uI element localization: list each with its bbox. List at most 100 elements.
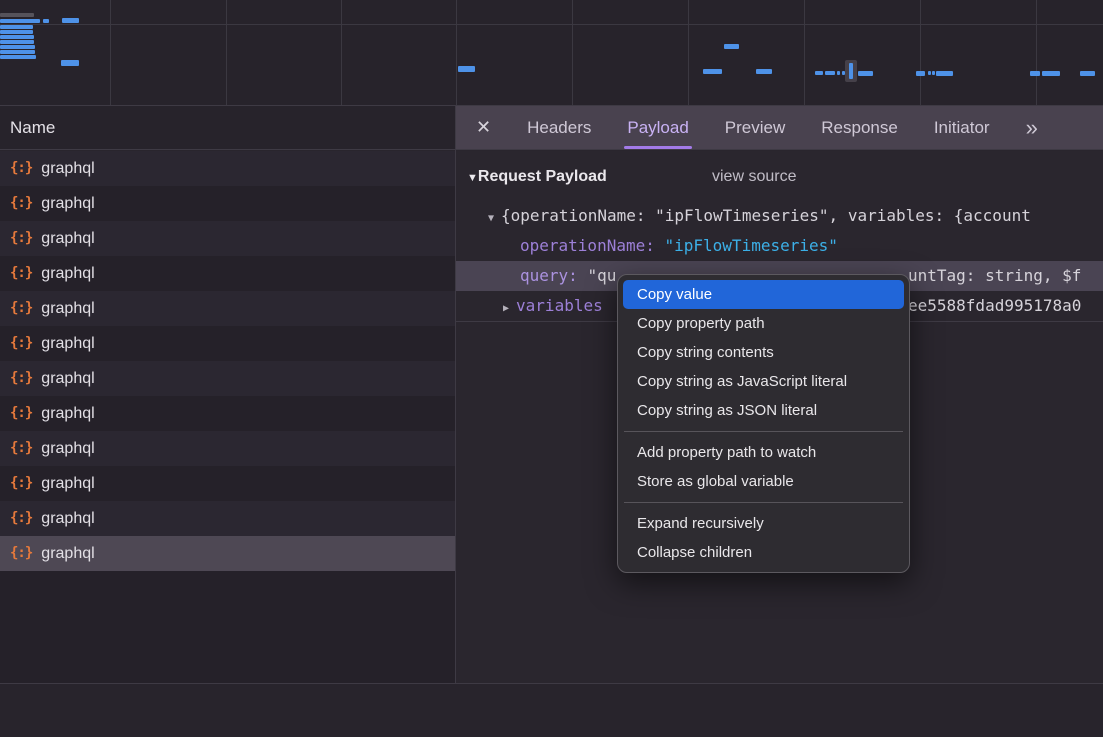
waterfall-bar [724,44,739,49]
menu-item-add-property-path-to-watch[interactable]: Add property path to watch [618,438,909,467]
waterfall-bar [0,40,34,44]
request-row[interactable]: {:} graphql [0,151,455,186]
fetch-json-icon: {:} [10,466,32,501]
waterfall-bar [928,71,931,75]
waterfall-bar [703,69,722,74]
waterfall-bar [0,55,36,59]
request-row[interactable]: {:}graphql [0,431,455,466]
request-name: graphql [41,431,94,466]
menu-item-expand-recursively[interactable]: Expand recursively [618,509,909,538]
request-row[interactable]: {:} graphql [0,501,455,536]
request-row[interactable]: {:}graphql [0,256,455,291]
payload-root-row[interactable]: ▼ {operationName: "ipFlowTimeseries", var… [488,201,1031,231]
menu-separator [624,431,903,432]
tab-initiator[interactable]: Initiator [934,106,990,150]
waterfall-bar [849,63,853,79]
request-name: graphql [41,186,94,221]
request-row[interactable]: {:}graphql [0,291,455,326]
request-row[interactable]: {:}graphql [0,186,455,221]
timeline-gridline [920,0,921,105]
waterfall-bar [936,71,953,76]
request-name: graphql [41,221,94,256]
tab-payload[interactable]: Payload [627,106,688,150]
section-title: Request Payload [478,168,607,185]
timeline-gridline [226,0,227,105]
waterfall-bar [61,60,79,66]
devtools-screenshot: Name {:} graphql {:} graphql {:} graphql {:} gr… [0,0,1110,740]
request-payload-section-header[interactable]: ▼Request Payload [467,163,607,191]
waterfall-bar [458,66,475,72]
waterfall-bar [0,25,33,29]
fetch-json-icon: {:} [10,326,32,361]
request-row[interactable]: {:}graphql [0,536,455,571]
fetch-json-icon: {:} [10,151,32,186]
fetch-json-icon: {:} [10,536,32,571]
menu-item-copy-string-as-json-literal[interactable]: Copy string as JSON literal [618,396,909,425]
menu-item-copy-string-as-javascript-literal[interactable]: Copy string as JavaScript literal [618,367,909,396]
waterfall-bar [0,35,34,39]
request-row[interactable]: {:} graphql [0,396,455,431]
view-source-link[interactable]: view source [712,163,796,191]
waterfall-bar [0,45,35,49]
request-row[interactable]: {:} graphql [0,326,455,361]
tab-preview[interactable]: Preview [725,106,785,150]
context-menu: Copy valueCopy property pathCopy string … [617,274,910,573]
menu-item-copy-property-path[interactable]: Copy property path [618,309,909,338]
fetch-json-icon: {:} [10,221,32,256]
waterfall-bar [1042,71,1060,76]
request-name: graphql [41,361,94,396]
menu-item-copy-string-contents[interactable]: Copy string contents [618,338,909,367]
payload-variables-row[interactable]: ▶variables [503,291,603,321]
menu-item-copy-value[interactable]: Copy value [623,280,904,309]
waterfall-bar [43,19,49,23]
payload-query-row[interactable]: query: "qu [520,261,616,291]
request-row[interactable]: {:} graphql [0,221,455,256]
fetch-json-icon: {:} [10,501,32,536]
status-footer [0,684,1103,737]
tab-response[interactable]: Response [821,106,898,150]
waterfall-bar [932,71,935,75]
section-expand-triangle-icon[interactable]: ▼ [467,172,478,184]
menu-separator [624,502,903,503]
request-row[interactable]: {:}graphql [0,466,455,501]
timeline-gridline [341,0,342,105]
payload-query-row-right-fragment: untTag: string, $f [908,261,1081,291]
collapse-triangle-icon[interactable]: ▶ [503,303,509,314]
more-tabs-icon[interactable]: » [1026,106,1038,150]
request-name: graphql [41,326,94,361]
waterfall-bar [62,18,79,23]
json-key: query: [520,266,578,285]
waterfall-bar [0,50,35,54]
request-name: graphql [41,501,94,536]
waterfall-bar [858,71,873,76]
menu-item-collapse-children[interactable]: Collapse children [618,538,909,567]
screenshot-margin [1103,0,1110,740]
devtools-network-panel: Name {:} graphql {:} graphql {:} graphql {:} gr… [0,0,1103,737]
column-header-name[interactable]: Name [0,106,455,150]
timeline-gridline [0,24,1103,25]
menu-item-store-as-global-variable[interactable]: Store as global variable [618,467,909,496]
fetch-json-icon: {:} [10,256,32,291]
timeline-gridline [1036,0,1037,105]
tab-headers[interactable]: Headers [527,106,591,150]
json-key: operationName: [520,236,655,255]
request-name: graphql [41,396,94,431]
detail-tab-bar: ✕ Headers Payload Preview Response Initiator… [456,106,1103,150]
timeline-gridline [572,0,573,105]
fetch-json-icon: {:} [10,291,32,326]
waterfall-bar [0,19,40,23]
column-header-label: Name [10,118,55,137]
waterfall-bar [0,30,33,34]
close-icon[interactable]: ✕ [476,117,491,138]
json-string-value: "ipFlowTimeseries" [665,236,838,255]
network-overview-timeline[interactable] [0,0,1103,106]
request-row[interactable]: {:}graphql [0,361,455,396]
waterfall-bar [0,13,34,17]
payload-root-preview: {operationName: "ipFlowTimeseries", vari… [501,206,1031,225]
request-name: graphql [41,151,94,186]
waterfall-bar [815,71,823,75]
payload-operation-name-row[interactable]: operationName: "ipFlowTimeseries" [520,231,838,261]
expand-triangle-icon[interactable]: ▼ [488,213,494,224]
timeline-gridline [688,0,689,105]
fetch-json-icon: {:} [10,396,32,431]
